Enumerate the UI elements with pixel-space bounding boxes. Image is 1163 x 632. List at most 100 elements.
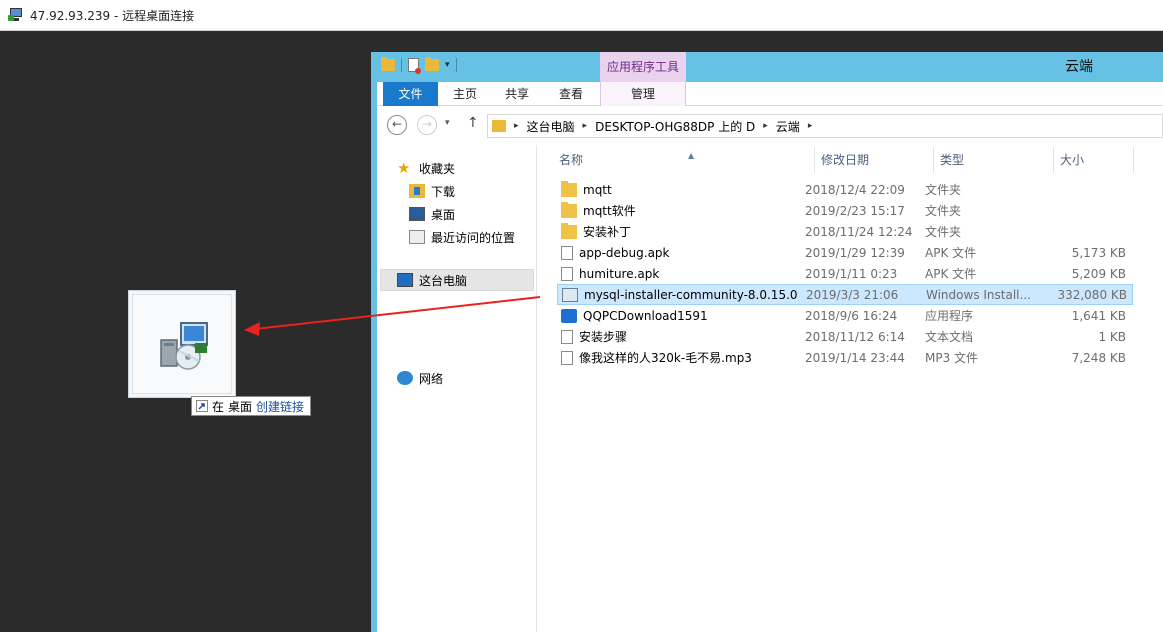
nav-item-this-pc[interactable]: 这台电脑 (380, 269, 534, 291)
chevron-right-icon[interactable]: ▸ (763, 121, 768, 131)
file-size: 332,080 KB (1057, 287, 1127, 302)
file-date: 2019/1/11 0:23 (805, 266, 898, 281)
file-row[interactable]: humiture.apk 2019/1/11 0:23 APK 文件 5,209… (557, 263, 1133, 284)
nav-label: 收藏夹 (419, 161, 456, 176)
tab-manage[interactable]: 管理 (600, 82, 686, 106)
nav-label: 下载 (431, 184, 456, 199)
tab-file[interactable]: 文件 (383, 82, 438, 106)
nav-label: 这台电脑 (419, 273, 468, 288)
qq-pc-manager-icon (561, 308, 577, 323)
file-type: 文件夹 (925, 183, 962, 197)
file-list: ▲ 名称 修改日期 类型 大小 mqtt 2018/12/4 22:09 文件夹… (543, 145, 1163, 632)
folder-icon (561, 222, 577, 239)
file-name: 安装步骤 (579, 330, 628, 344)
file-type: 应用程序 (925, 309, 974, 323)
file-row[interactable]: 安装步骤 2018/11/12 6:14 文本文档 1 KB (557, 326, 1133, 347)
network-icon (397, 371, 413, 385)
tab-view[interactable]: 查看 (547, 82, 595, 106)
file-date: 2019/1/29 12:39 (805, 245, 905, 260)
file-type: 文本文档 (925, 330, 974, 344)
rdp-title-text: 47.92.93.239 - 远程桌面连接 (30, 8, 195, 23)
nav-item-downloads[interactable]: 下载 (409, 180, 455, 202)
installer-icon (562, 287, 578, 302)
toolbar-divider (455, 58, 457, 72)
file-name: 像我这样的人320k-毛不易.mp3 (579, 351, 752, 365)
quick-access-toolbar: ▾ (381, 57, 457, 74)
file-name: QQPCDownload1591 (583, 308, 708, 323)
file-name: humiture.apk (579, 266, 660, 281)
file-type: APK 文件 (925, 246, 977, 260)
file-size: 7,248 KB (1071, 350, 1126, 365)
properties-icon[interactable] (408, 58, 421, 74)
sort-ascending-icon: ▲ (688, 151, 695, 160)
column-label: 名称 (559, 153, 584, 167)
file-name: mysql-installer-community-8.0.15.0 (584, 287, 798, 302)
rdp-title-bar: 47.92.93.239 - 远程桌面连接 (0, 0, 1163, 31)
file-row[interactable]: QQPCDownload1591 2018/9/6 16:24 应用程序 1,6… (557, 305, 1133, 326)
column-header-type[interactable]: 类型 (934, 147, 1054, 173)
file-row[interactable]: mqtt 2018/12/4 22:09 文件夹 (557, 179, 1133, 200)
address-row: ← → ▾ ↑ ▸ 这台电脑 ▸ DESKTOP-OHG88DP 上的 D ▸ … (377, 107, 1163, 145)
downloads-icon (409, 184, 425, 198)
file-type: 文件夹 (925, 225, 962, 239)
toolbar-divider (401, 58, 402, 72)
navigation-pane: ★ 收藏夹 下载 桌面 最近访问的位置 这台电脑 网络 (377, 145, 537, 632)
file-date: 2018/9/6 16:24 (805, 308, 898, 323)
file-row[interactable]: mqtt软件 2019/2/23 15:17 文件夹 (557, 200, 1133, 221)
nav-item-network[interactable]: 网络 (397, 367, 443, 389)
chevron-right-icon[interactable]: ▸ (583, 121, 588, 131)
file-name: 安装补丁 (583, 225, 632, 239)
drag-preview-tile (128, 290, 236, 398)
forward-button[interactable]: → (417, 115, 437, 135)
chevron-right-icon[interactable]: ▸ (514, 121, 519, 131)
tooltip-action: 创建链接 (256, 399, 305, 414)
remote-desktop-icon (8, 7, 24, 23)
file-name: app-debug.apk (579, 245, 670, 260)
file-date: 2018/12/4 22:09 (805, 182, 905, 197)
nav-item-desktop[interactable]: 桌面 (409, 203, 455, 225)
file-icon (561, 245, 573, 260)
nav-label: 网络 (419, 371, 444, 386)
address-bar[interactable]: ▸ 这台电脑 ▸ DESKTOP-OHG88DP 上的 D ▸ 云端 ▸ (487, 114, 1163, 138)
back-button[interactable]: ← (387, 115, 407, 135)
column-header-date[interactable]: 修改日期 (815, 147, 934, 173)
text-file-icon (561, 329, 573, 344)
installer-icon (160, 322, 208, 370)
nav-item-favorites[interactable]: ★ 收藏夹 (397, 157, 455, 179)
file-explorer-window: ▾ 应用程序工具 云端 文件 主页 共享 查看 管理 ← → ▾ ↑ ▸ 这台电… (371, 52, 1163, 632)
file-row[interactable]: 安装补丁 2018/11/24 12:24 文件夹 (557, 221, 1133, 242)
breadcrumb-this-pc[interactable]: 这台电脑 (527, 118, 575, 135)
file-date: 2019/3/3 21:06 (806, 287, 899, 302)
drag-tooltip: 在 桌面 创建链接 (191, 396, 312, 416)
tab-home[interactable]: 主页 (441, 82, 489, 106)
nav-item-recent[interactable]: 最近访问的位置 (409, 226, 515, 248)
file-date: 2018/11/24 12:24 (805, 224, 913, 239)
file-size: 1,641 KB (1071, 308, 1126, 323)
column-header-size[interactable]: 大小 (1054, 147, 1134, 173)
recent-locations-dropdown[interactable]: ▾ (445, 118, 450, 128)
folder-icon[interactable] (381, 57, 395, 71)
file-row-selected[interactable]: mysql-installer-community-8.0.15.0 2019/… (557, 284, 1133, 305)
chevron-down-icon[interactable]: ▾ (445, 60, 450, 70)
breadcrumb-drive[interactable]: DESKTOP-OHG88DP 上的 D (595, 118, 755, 135)
file-row[interactable]: 像我这样的人320k-毛不易.mp3 2019/1/14 23:44 MP3 文… (557, 347, 1133, 368)
file-date: 2019/2/23 15:17 (805, 203, 905, 218)
tab-share[interactable]: 共享 (493, 82, 541, 106)
tooltip-target: 桌面 (228, 399, 253, 414)
file-date: 2018/11/12 6:14 (805, 329, 905, 344)
folder-icon (561, 180, 577, 197)
desktop-icon (409, 207, 425, 221)
column-header-name[interactable]: ▲ 名称 (553, 147, 815, 173)
file-name: mqtt (583, 182, 612, 197)
file-row[interactable]: app-debug.apk 2019/1/29 12:39 APK 文件 5,1… (557, 242, 1133, 263)
star-icon: ★ (397, 159, 411, 177)
new-folder-icon[interactable] (425, 57, 439, 71)
shortcut-arrow-icon (196, 400, 208, 412)
file-icon (561, 266, 573, 281)
up-button[interactable]: ↑ (467, 115, 479, 131)
file-type: MP3 文件 (925, 351, 979, 365)
contextual-tab-header: 应用程序工具 (600, 52, 686, 82)
nav-label: 桌面 (431, 207, 456, 222)
chevron-right-icon[interactable]: ▸ (808, 121, 813, 131)
breadcrumb-folder[interactable]: 云端 (776, 118, 800, 135)
